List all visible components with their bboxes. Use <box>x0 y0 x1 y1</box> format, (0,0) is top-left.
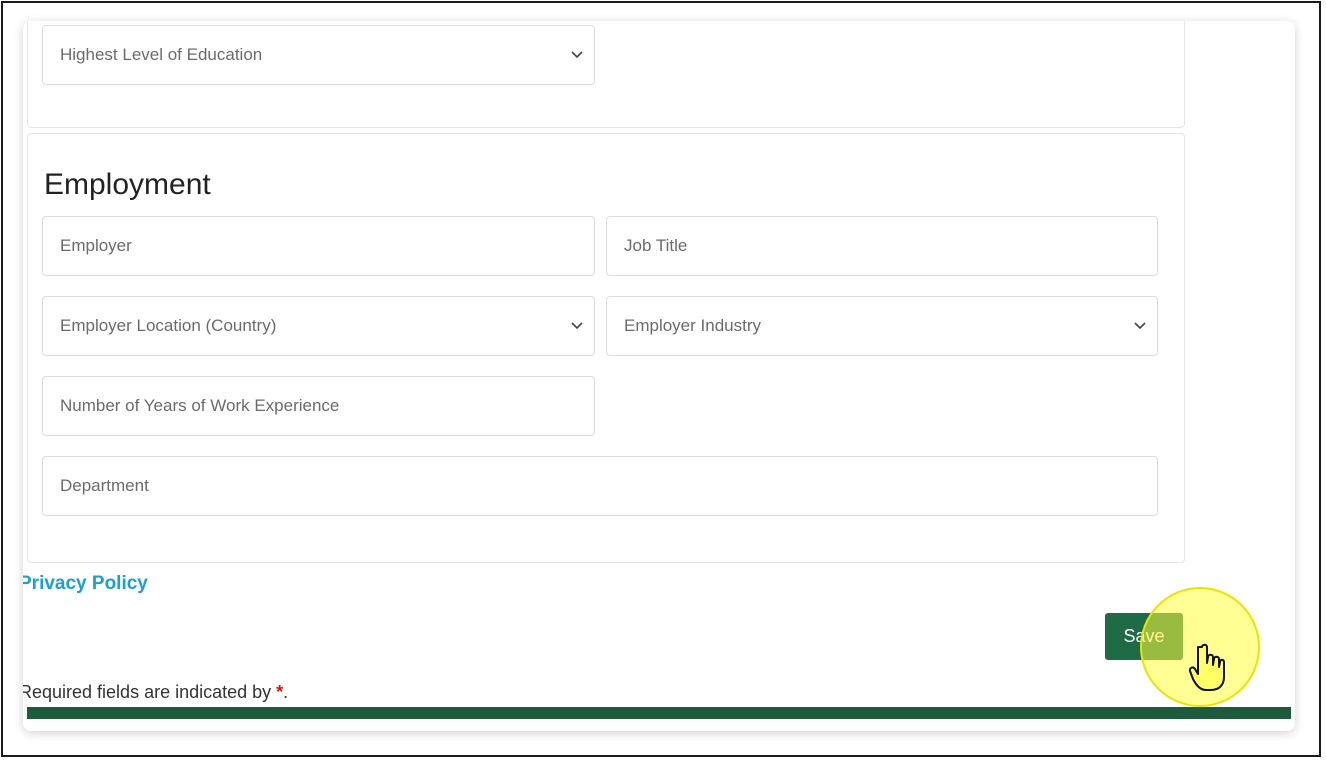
required-fields-note: Required fields are indicated by *. <box>23 682 288 703</box>
chevron-down-icon <box>570 48 584 62</box>
education-panel: Highest Level of Education <box>27 21 1185 128</box>
screenshot-frame: Highest Level of Education Employment Em… <box>1 1 1321 757</box>
years-experience-placeholder: Number of Years of Work Experience <box>60 396 340 415</box>
employment-panel: Employment Employer Job Title Employer L… <box>27 133 1185 563</box>
department-input[interactable]: Department <box>42 456 1158 516</box>
chevron-down-icon <box>1133 319 1147 333</box>
employer-input[interactable]: Employer <box>42 216 595 276</box>
employer-industry-select[interactable]: Employer Industry <box>606 296 1158 356</box>
years-experience-input[interactable]: Number of Years of Work Experience <box>42 376 595 436</box>
employment-heading: Employment <box>44 168 211 201</box>
highest-education-select[interactable]: Highest Level of Education <box>42 25 595 85</box>
department-placeholder: Department <box>60 476 149 495</box>
required-period: . <box>283 682 289 702</box>
footer-bar <box>27 707 1291 719</box>
required-fields-text: Required fields are indicated by <box>23 682 277 702</box>
highest-education-placeholder: Highest Level of Education <box>60 45 263 64</box>
privacy-policy-link[interactable]: Privacy Policy <box>23 573 148 595</box>
form-card: Highest Level of Education Employment Em… <box>23 21 1295 731</box>
employer-industry-placeholder: Employer Industry <box>624 316 761 335</box>
job-title-placeholder: Job Title <box>624 236 688 255</box>
hand-pointer-icon <box>1186 643 1226 693</box>
job-title-input[interactable]: Job Title <box>606 216 1158 276</box>
employer-placeholder: Employer <box>60 236 132 255</box>
chevron-down-icon <box>570 319 584 333</box>
employer-location-select[interactable]: Employer Location (Country) <box>42 296 595 356</box>
employer-location-placeholder: Employer Location (Country) <box>60 316 277 335</box>
